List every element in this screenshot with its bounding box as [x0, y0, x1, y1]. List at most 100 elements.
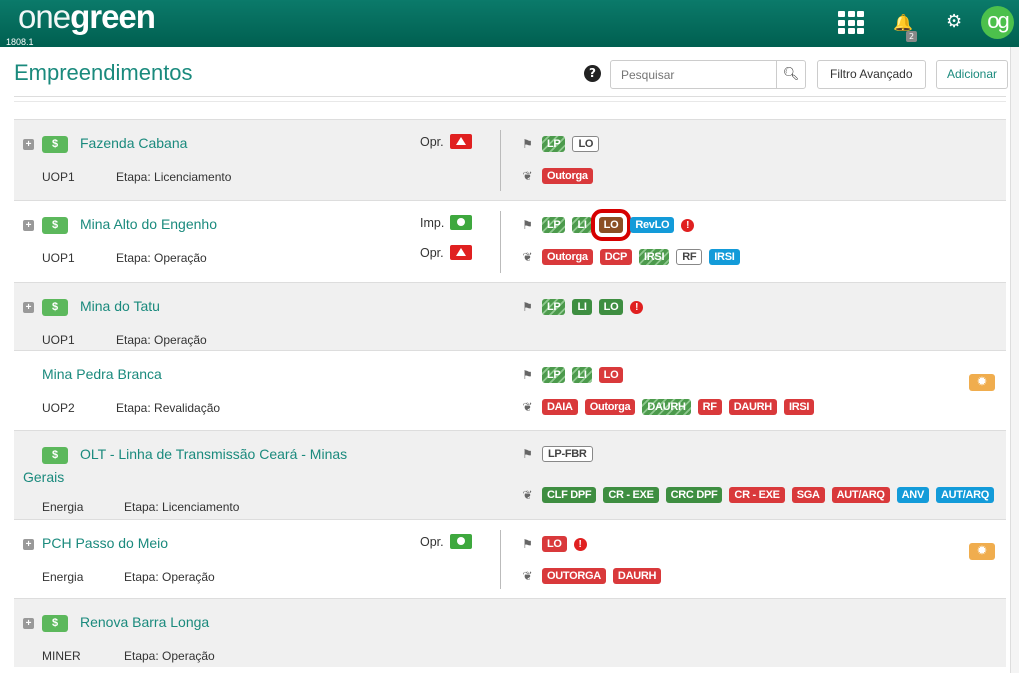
project-row: + $ Renova Barra Longa MINER Etapa: Operação: [14, 598, 1006, 667]
license-tag[interactable]: LI: [572, 367, 592, 383]
circle-status-icon[interactable]: [449, 534, 472, 549]
license-tag[interactable]: CLF DPF: [542, 487, 597, 503]
license-tag[interactable]: LP: [542, 367, 566, 383]
license-tag[interactable]: IRSI: [639, 249, 670, 265]
status-label: Imp.: [420, 215, 445, 230]
leaf-icon: ❦: [522, 400, 533, 414]
alert-icon[interactable]: !: [630, 300, 644, 314]
column-divider: [500, 130, 501, 191]
license-tag[interactable]: OUTORGA: [542, 568, 606, 584]
license-tag[interactable]: DAURH: [728, 399, 777, 415]
license-tag[interactable]: DCP: [599, 249, 633, 265]
expand-plus-icon[interactable]: +: [23, 220, 34, 231]
expand-plus-icon[interactable]: +: [23, 618, 34, 629]
dollar-type-icon: $: [42, 217, 68, 234]
project-etapa: Etapa: Operação: [116, 251, 207, 265]
status-indicator: Opr.: [420, 245, 472, 260]
expand-plus-icon[interactable]: +: [23, 139, 34, 150]
warning-triangle-icon[interactable]: [449, 134, 472, 149]
leaf-icon: ❦: [522, 569, 533, 583]
project-unit: UOP1: [42, 170, 75, 184]
project-name-link[interactable]: Mina do Tatu: [80, 298, 160, 314]
warning-triangle-icon[interactable]: [449, 245, 472, 260]
gear-type-icon: ✹: [969, 374, 995, 391]
license-tag[interactable]: LP-FBR: [542, 446, 593, 462]
project-name-link[interactable]: Mina Alto do Engenho: [80, 216, 217, 232]
license-tag[interactable]: LO: [590, 209, 632, 241]
leaf-icon: ❦: [522, 250, 533, 264]
license-tag[interactable]: RF: [676, 249, 703, 265]
search-button[interactable]: 🔍︎: [776, 61, 805, 88]
license-tag[interactable]: LO: [572, 136, 600, 152]
license-tag[interactable]: CR - EXE: [729, 487, 785, 503]
version-label: 1808.1: [6, 37, 34, 47]
license-tag[interactable]: IRSI: [709, 249, 740, 265]
license-tag[interactable]: LO: [542, 536, 567, 552]
scrollbar[interactable]: [1010, 47, 1019, 673]
project-name-link[interactable]: PCH Passo do Meio: [42, 535, 168, 551]
expand-plus-icon[interactable]: +: [23, 302, 34, 313]
flag_tags-tag-line: ⚑ LP LO: [520, 136, 600, 152]
gear-icon[interactable]: ⚙: [946, 11, 962, 32]
license-tag[interactable]: LP: [542, 299, 566, 315]
search-input[interactable]: [611, 61, 776, 88]
license-tag[interactable]: LO: [598, 367, 624, 383]
license-tag[interactable]: Outorga: [542, 168, 593, 184]
flag-icon: ⚑: [522, 537, 533, 551]
license-tag[interactable]: CR - EXE: [603, 487, 659, 503]
license-tag[interactable]: CRC DPF: [665, 487, 723, 503]
flag-icon: ⚑: [522, 300, 533, 314]
expand-plus-icon[interactable]: +: [23, 539, 34, 550]
project-name-link[interactable]: Fazenda Cabana: [80, 135, 187, 151]
project-title: + $ Renova Barra Longa: [23, 611, 353, 634]
project-name-link[interactable]: OLT - Linha de Transmissão Ceará - Minas…: [23, 446, 347, 485]
alert-icon[interactable]: !: [681, 218, 695, 232]
top-header: onegreen 1808.1 🔔 2 ⚙ og: [0, 0, 1019, 47]
project-row: +✹Mina Pedra BrancaUOP2Etapa: Revalidaçã…: [14, 350, 1006, 430]
column-divider: [500, 211, 501, 273]
license-tag[interactable]: LO: [598, 299, 624, 315]
license-tag[interactable]: LI: [572, 299, 592, 315]
project-name-link[interactable]: Mina Pedra Branca: [42, 366, 162, 382]
license-tag[interactable]: Outorga: [584, 399, 636, 415]
license-tag[interactable]: DAIA: [542, 399, 578, 415]
apps-grid-icon[interactable]: [838, 11, 864, 35]
status-label: Opr.: [420, 245, 444, 260]
license-tag[interactable]: SGA: [791, 487, 825, 503]
project-etapa: Etapa: Licenciamento: [124, 500, 240, 514]
license-tag[interactable]: DAURH: [642, 399, 691, 415]
project-unit: Energia: [42, 500, 84, 514]
project-etapa: Etapa: Operação: [116, 333, 207, 347]
project-title: + $ Fazenda Cabana: [23, 132, 353, 155]
license-tag[interactable]: LI: [572, 217, 592, 233]
license-tag[interactable]: LP: [542, 217, 566, 233]
avatar[interactable]: og: [981, 6, 1014, 39]
license-tag[interactable]: AUT/ARQ: [831, 487, 890, 503]
status-indicator: Opr.: [420, 134, 472, 149]
project-title: +✹Mina Pedra Branca: [23, 363, 995, 391]
license-tag[interactable]: AUT/ARQ: [935, 487, 994, 503]
bell-icon[interactable]: 🔔: [893, 13, 913, 32]
dollar-type-icon: $: [42, 447, 68, 464]
license-tag[interactable]: ANV: [896, 487, 929, 503]
gear-type-icon: ✹: [969, 543, 995, 560]
onegreen-logo[interactable]: onegreen: [18, 0, 156, 36]
status-indicator: Imp.: [420, 215, 473, 230]
advanced-filter-button[interactable]: Filtro Avançado: [817, 60, 926, 89]
circle-status-icon[interactable]: [450, 215, 473, 230]
dollar-type-icon: $: [42, 615, 68, 632]
alert-icon[interactable]: !: [573, 537, 587, 551]
leaf_tags-tag-line: ❦ Outorga: [520, 168, 593, 184]
add-button[interactable]: Adicionar: [936, 60, 1009, 89]
leaf_tags-tag-line: ❦ Outorga DCP IRSI RF IRSI: [520, 249, 740, 265]
project-unit: UOP2: [42, 401, 75, 415]
license-tag[interactable]: DAURH: [612, 568, 662, 584]
license-tag[interactable]: RevLO: [630, 217, 675, 233]
project-name-link[interactable]: Renova Barra Longa: [80, 614, 209, 630]
project-row: +$OLT - Linha de Transmissão Ceará - Min…: [14, 430, 1006, 519]
help-icon[interactable]: ?: [584, 65, 601, 82]
license-tag[interactable]: Outorga: [542, 249, 593, 265]
license-tag[interactable]: IRSI: [783, 399, 815, 415]
license-tag[interactable]: RF: [697, 399, 722, 415]
license-tag[interactable]: LP: [542, 136, 566, 152]
